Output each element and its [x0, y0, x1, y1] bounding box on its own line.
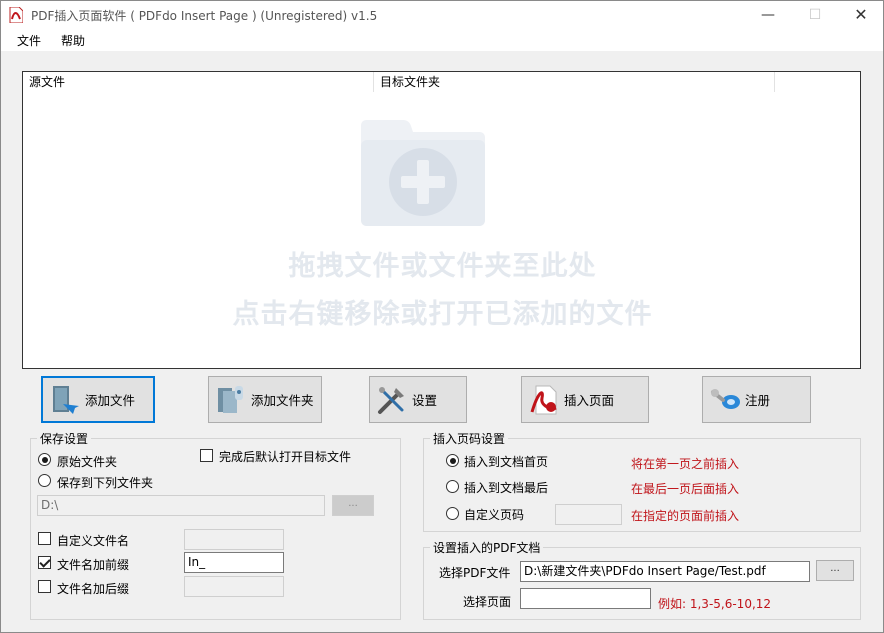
key-icon: [711, 388, 740, 409]
pages-field[interactable]: [520, 588, 651, 609]
output-folder-browse-button[interactable]: ...: [332, 495, 374, 516]
drop-hint-line1: 拖拽文件或文件夹至此处: [288, 251, 597, 282]
pdf-insert-icon: [530, 385, 557, 414]
insert-page-button[interactable]: 插入页面: [521, 376, 649, 423]
add-file-icon: [53, 385, 79, 414]
minimize-button[interactable]: —: [745, 1, 791, 29]
add-folder-label: 添加文件夹: [251, 393, 314, 408]
file-list[interactable]: 源文件 目标文件夹 拖拽文件或文件夹至此处 点击右键移除或打开已添加的文件: [22, 71, 861, 369]
custom-name-field[interactable]: [184, 529, 284, 550]
insert-position-group: 插入页码设置 插入到文档首页 将在第一页之前插入 插入到文档最后 在最后一页后面…: [423, 430, 861, 532]
save-to-folder-label[interactable]: 保存到下列文件夹: [57, 474, 153, 491]
menu-bar: 文件 帮助: [1, 29, 883, 51]
register-label: 注册: [745, 393, 771, 408]
original-folder-label[interactable]: 原始文件夹: [57, 453, 117, 470]
register-button[interactable]: 注册: [702, 376, 811, 423]
insert-document-title: 设置插入的PDF文档: [430, 539, 544, 556]
app-window: PDF插入页面软件 ( PDFdo Insert Page ) (Unregis…: [0, 0, 884, 633]
add-file-label: 添加文件: [85, 393, 136, 408]
menu-help[interactable]: 帮助: [61, 32, 85, 49]
custom-page-radio[interactable]: [446, 507, 459, 520]
prefix-field[interactable]: In_: [184, 552, 284, 573]
insert-last-note: 在最后一页后面插入: [631, 482, 740, 496]
add-prefix-checkbox[interactable]: [38, 556, 51, 569]
add-folder-icon: [218, 385, 243, 413]
select-pages-label: 选择页面: [463, 595, 512, 609]
settings-button[interactable]: 设置: [369, 376, 467, 423]
insert-first-note: 将在第一页之前插入: [631, 457, 740, 471]
add-folder-button[interactable]: 添加文件夹: [208, 376, 322, 423]
column-target-folder[interactable]: 目标文件夹: [374, 72, 775, 92]
custom-page-field[interactable]: [555, 504, 622, 525]
drop-hint-line2: 点击右键移除或打开已添加的文件: [232, 299, 653, 330]
open-after-label[interactable]: 完成后默认打开目标文件: [219, 448, 351, 465]
select-pdf-label: 选择PDF文件: [439, 566, 511, 580]
original-folder-radio[interactable]: [38, 453, 51, 466]
column-source-file[interactable]: 源文件: [23, 72, 374, 92]
close-button[interactable]: ✕: [838, 1, 884, 29]
menu-file[interactable]: 文件: [17, 32, 41, 49]
custom-name-checkbox[interactable]: [38, 532, 51, 545]
folder-plus-icon: [361, 120, 485, 226]
window-title: PDF插入页面软件 ( PDFdo Insert Page ) (Unregis…: [31, 9, 378, 23]
suffix-field[interactable]: [184, 576, 284, 597]
add-prefix-label[interactable]: 文件名加前缀: [57, 556, 129, 573]
add-suffix-label[interactable]: 文件名加后缀: [57, 580, 129, 597]
pages-example-note: 例如: 1,3-5,6-10,12: [658, 597, 772, 611]
settings-tools-icon: [378, 386, 404, 414]
add-file-button[interactable]: 添加文件: [41, 376, 155, 423]
insert-document-group: 设置插入的PDF文档 选择PDF文件 D:\新建文件夹\PDFdo Insert…: [423, 539, 861, 620]
output-folder-field[interactable]: D:\: [37, 495, 325, 516]
custom-page-label[interactable]: 自定义页码: [464, 506, 524, 523]
insert-page-label: 插入页面: [564, 393, 615, 408]
insert-last-radio[interactable]: [446, 480, 459, 493]
maximize-button[interactable]: ☐: [792, 1, 838, 29]
custom-name-label[interactable]: 自定义文件名: [57, 532, 129, 549]
pdf-path-field[interactable]: D:\新建文件夹\PDFdo Insert Page/Test.pdf: [520, 561, 810, 582]
insert-last-label[interactable]: 插入到文档最后: [464, 479, 548, 496]
title-bar: PDF插入页面软件 ( PDFdo Insert Page ) (Unregis…: [1, 1, 883, 29]
save-settings-title: 保存设置: [37, 430, 92, 447]
insert-first-radio[interactable]: [446, 454, 459, 467]
open-after-checkbox[interactable]: [200, 449, 213, 462]
save-settings-group: 保存设置 原始文件夹 完成后默认打开目标文件 保存到下列文件夹 D:\ ... …: [30, 430, 401, 620]
pdf-browse-button[interactable]: ...: [816, 560, 854, 581]
insert-position-title: 插入页码设置: [430, 430, 509, 447]
insert-first-label[interactable]: 插入到文档首页: [464, 453, 548, 470]
save-to-folder-radio[interactable]: [38, 474, 51, 487]
custom-page-note: 在指定的页面前插入: [631, 509, 740, 523]
settings-label: 设置: [412, 393, 438, 408]
add-suffix-checkbox[interactable]: [38, 580, 51, 593]
pdf-app-icon: [9, 7, 23, 23]
